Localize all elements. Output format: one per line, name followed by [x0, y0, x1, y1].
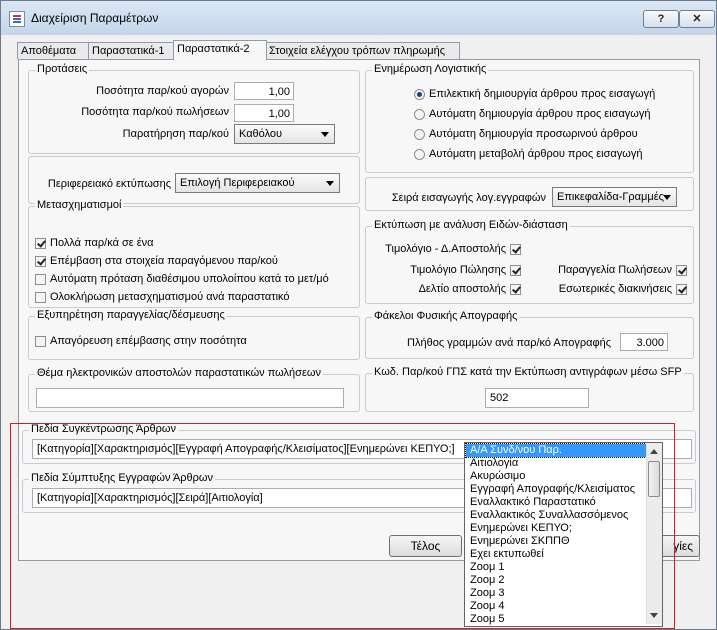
chevron-down-icon: [321, 132, 329, 137]
chevron-down-icon: [326, 181, 334, 186]
analysis-delivery-note-label: Δελτίο αποστολής: [418, 283, 506, 295]
consolidation-fields-title: Πεδία Συγκέντρωσης Άρθρων: [29, 423, 178, 435]
transform-complete-per-doc-checkbox[interactable]: [35, 292, 46, 303]
analysis-sales-order-checkbox[interactable]: [676, 265, 687, 276]
sell-qty-label: Ποσότητα παρ/κού πωλήσεων: [81, 106, 229, 118]
dropdown-item[interactable]: Εναλλακτικό Παραστατικό: [466, 496, 646, 509]
analysis-sales-invoice-checkbox[interactable]: [510, 265, 521, 276]
inventory-lines-input[interactable]: 3.000: [620, 333, 668, 351]
inventory-lines-label: Πλήθος γραμμών ανά παρ/κό Απογραφής: [407, 337, 611, 349]
scroll-thumb[interactable]: [648, 461, 660, 497]
proposals-title: Προτάσεις: [35, 63, 90, 75]
accounting-auto-modify-radio[interactable]: [414, 149, 425, 160]
buy-qty-label: Ποσότητα παρ/κού αγορών: [96, 85, 229, 97]
analysis-sales-order-label: Παραγγελία Πωλήσεων: [558, 264, 672, 276]
note-combo[interactable]: Καθόλου: [234, 124, 335, 144]
window-title: Διαχείριση Παραμέτρων: [31, 11, 159, 25]
inventory-folders-title: Φάκελοι Φυσικής Απογραφής: [372, 310, 520, 322]
accounting-temp-radio[interactable]: [414, 129, 425, 140]
dropdown-item[interactable]: Εγγραφή Απογραφής/Κλεισίματος: [466, 483, 646, 496]
transform-complete-per-doc-label: Ολοκλήρωση μετασχηματισμού ανά παραστατι…: [50, 291, 290, 303]
accounting-auto-create-label: Αυτόματη δημιουργία άρθρου προς εισαγωγή: [429, 108, 651, 120]
title-bar: Διαχείριση Παραμέτρων ? ✕: [1, 1, 716, 35]
chevron-down-icon: [663, 195, 671, 200]
transform-auto-balance-checkbox[interactable]: [35, 274, 46, 285]
qty-edit-ban-checkbox[interactable]: [35, 336, 46, 347]
dropdown-item[interactable]: Αιτιολογία: [466, 457, 646, 470]
dropdown-item[interactable]: Ακυρώσιμο: [466, 470, 646, 483]
analysis-invoice-delivery-label: Τιμολόγιο - Δ.Αποστολής: [385, 243, 506, 255]
tab-payment-controls[interactable]: Στοιχεία ελέγχου τρόπων πληρωμής: [265, 42, 460, 59]
compression-fields-title: Πεδία Σύμπτυξης Εγγραφών Άρθρων: [29, 472, 216, 484]
close-button[interactable]: ✕: [679, 10, 715, 28]
accounting-title: Ενημέρωση Λογιστικής: [372, 63, 489, 75]
accounting-group: Ενημέρωση Λογιστικής Επιλεκτική δημιουργ…: [365, 63, 694, 173]
accounting-temp-label: Αυτόματη δημιουργία προσωρινού άρθρου: [429, 128, 638, 140]
qty-edit-ban-label: Απαγόρευση επέμβασης στην ποσότητα: [50, 335, 247, 347]
dropdown-item[interactable]: Ζοομ 2: [466, 574, 646, 587]
transformations-title: Μετασχηματισμοί: [35, 199, 124, 211]
proposals-group: Προτάσεις Ποσότητα παρ/κού αγορών 1,00 Π…: [28, 63, 360, 154]
analysis-delivery-note-checkbox[interactable]: [510, 284, 521, 295]
scroll-up-icon[interactable]: [650, 449, 658, 454]
order-service-title: Εξυπηρέτηση παραγγελίας/δέσμευσης: [35, 309, 227, 321]
entry-order-combo-value: Επικεφαλίδα-Γραμμές: [557, 191, 664, 203]
analysis-print-group: Εκτύπωση με ανάλυση Ειδών-διάσταση Τιμολ…: [365, 219, 694, 304]
peripheral-combo-value: Επιλογή Περιφερειακού: [180, 177, 295, 189]
dropdown-item[interactable]: Εναλλακτικός Συναλλασσόμενος: [466, 509, 646, 522]
dropdown-scrollbar[interactable]: [646, 443, 662, 624]
gps-code-title: Κωδ. Παρ/κού ΓΠΣ κατά την Εκτύπωση αντιγ…: [372, 366, 684, 378]
peripheral-label: Περιφερειακό εκτύπωσης: [47, 178, 171, 190]
gps-code-input[interactable]: 502: [485, 388, 589, 408]
analysis-invoice-delivery-checkbox[interactable]: [510, 244, 521, 255]
entry-order-group: Σειρά εισαγωγής λογ.εγγραφών Επικεφαλίδα…: [365, 177, 694, 211]
help-button[interactable]: ?: [643, 10, 679, 28]
dropdown-item[interactable]: Ζοομ 1: [466, 561, 646, 574]
analysis-internal-moves-checkbox[interactable]: [676, 284, 687, 295]
entry-order-combo[interactable]: Επικεφαλίδα-Γραμμές: [552, 187, 677, 207]
dropdown-item[interactable]: Ενημερώνει ΣΚΠΠΘ: [466, 535, 646, 548]
analysis-sales-invoice-label: Τιμολόγιο Πώλησης: [410, 264, 506, 276]
sell-qty-input[interactable]: 1,00: [234, 104, 294, 122]
note-combo-value: Καθόλου: [239, 128, 283, 140]
dropdown-item[interactable]: Ζοομ 4: [466, 600, 646, 613]
buy-qty-input[interactable]: 1,00: [234, 82, 294, 100]
accounting-selective-radio[interactable]: [414, 89, 425, 100]
dropdown-item[interactable]: Ζοομ 5: [466, 613, 646, 626]
email-subject-group: Θέμα ηλεκτρονικών αποστολών παραστατικών…: [28, 367, 360, 412]
scroll-down-icon[interactable]: [650, 613, 658, 618]
field-dropdown-list[interactable]: Α/Α Συνδ/νου Παρ. Αιτιολογία Ακυρώσιμο Ε…: [464, 442, 663, 627]
dropdown-item[interactable]: Ενημερώνει ΚΕΠΥΟ;: [466, 522, 646, 535]
accounting-auto-modify-label: Αυτόματη μεταβολή άρθρου προς εισαγωγή: [429, 148, 643, 160]
analysis-internal-moves-label: Εσωτερικές διακινήσεις: [558, 283, 672, 295]
app-icon: [9, 11, 25, 27]
peripheral-group: Περιφερειακό εκτύπωσης Επιλογή Περιφερει…: [28, 156, 360, 204]
accounting-selective-label: Επιλεκτική δημιουργία άρθρου προς εισαγω…: [429, 88, 656, 100]
peripheral-combo[interactable]: Επιλογή Περιφερειακού: [175, 173, 340, 193]
parameters-window: Διαχείριση Παραμέτρων ? ✕ Αποθέματα Παρα…: [0, 0, 717, 630]
transform-many-to-one-checkbox[interactable]: [35, 238, 46, 249]
accounting-auto-create-radio[interactable]: [414, 109, 425, 120]
transform-auto-balance-label: Αυτόματη πρόταση διαθέσιμου υπολοίπου κα…: [50, 273, 329, 285]
transform-edit-derived-label: Επέμβαση στα στοιχεία παραγόμενου παρ/κο…: [50, 255, 278, 267]
tab-documents-1[interactable]: Παραστατικά-1: [88, 42, 175, 59]
gps-code-group: Κωδ. Παρ/κού ΓΠΣ κατά την Εκτύπωση αντιγ…: [365, 366, 694, 412]
inventory-folders-group: Φάκελοι Φυσικής Απογραφής Πλήθος γραμμών…: [365, 310, 694, 359]
dropdown-item[interactable]: Ζοομ 3: [466, 587, 646, 600]
tab-documents-2[interactable]: Παραστατικά-2: [173, 40, 267, 60]
entry-order-label: Σειρά εισαγωγής λογ.εγγραφών: [391, 192, 546, 204]
transformations-group: Μετασχηματισμοί Πολλά παρ/κά σε ένα Επέμ…: [28, 199, 360, 308]
note-label: Παρατήρηση παρ/κού: [122, 128, 229, 140]
email-subject-title: Θέμα ηλεκτρονικών αποστολών παραστατικών…: [35, 367, 323, 379]
order-service-group: Εξυπηρέτηση παραγγελίας/δέσμευσης Απαγόρ…: [28, 309, 360, 360]
transform-edit-derived-checkbox[interactable]: [35, 256, 46, 267]
ok-button[interactable]: Τέλος: [389, 535, 462, 557]
analysis-print-title: Εκτύπωση με ανάλυση Ειδών-διάσταση: [372, 219, 570, 231]
email-subject-input[interactable]: [36, 388, 344, 408]
dropdown-item[interactable]: Α/Α Συνδ/νου Παρ.: [465, 443, 647, 458]
dropdown-item[interactable]: Εχει εκτυπωθεί: [466, 548, 646, 561]
tab-inventory[interactable]: Αποθέματα: [17, 42, 89, 59]
transform-many-to-one-label: Πολλά παρ/κά σε ένα: [50, 237, 154, 249]
